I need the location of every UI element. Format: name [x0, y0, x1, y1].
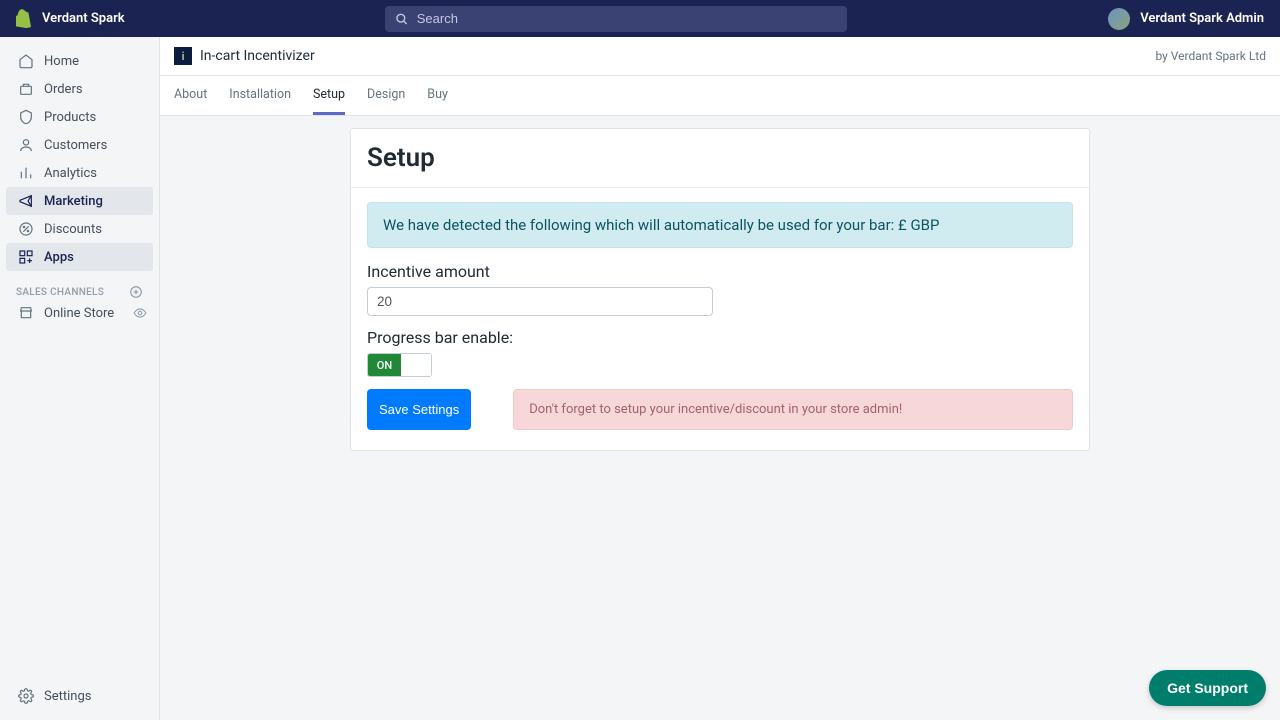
sidebar-item-products[interactable]: Products — [6, 103, 153, 131]
home-icon — [18, 53, 34, 69]
analytics-icon — [18, 165, 34, 181]
sidebar-item-marketing[interactable]: Marketing — [6, 187, 153, 215]
incentive-amount-label: Incentive amount — [367, 262, 1073, 281]
main-content: i In-cart Incentivizer by Verdant Spark … — [160, 37, 1280, 720]
progress-bar-toggle[interactable]: ON — [367, 353, 432, 377]
section-label: SALES CHANNELS — [16, 287, 104, 298]
topbar: Verdant Spark Verdant Spark Admin — [0, 0, 1280, 37]
online-store-icon — [18, 305, 34, 321]
sidebar-item-home[interactable]: Home — [6, 47, 153, 75]
search-input[interactable] — [417, 11, 838, 26]
sidebar-item-analytics[interactable]: Analytics — [6, 159, 153, 187]
nav-label: Discounts — [44, 222, 102, 237]
sidebar-item-customers[interactable]: Customers — [6, 131, 153, 159]
currency-detect-banner: We have detected the following which wil… — [367, 202, 1073, 248]
sidebar-item-online-store[interactable]: Online Store — [6, 299, 131, 327]
search-icon — [395, 12, 408, 26]
sidebar-item-settings[interactable]: Settings — [6, 682, 153, 710]
apps-icon — [18, 249, 34, 265]
page-title: Setup — [367, 143, 1073, 173]
nav-label: Apps — [44, 250, 74, 265]
marketing-icon — [18, 193, 34, 209]
tab-installation[interactable]: Installation — [229, 76, 291, 115]
tab-buy[interactable]: Buy — [427, 76, 448, 115]
nav-label: Products — [44, 110, 96, 125]
tab-setup[interactable]: Setup — [313, 76, 345, 115]
search-wrapper — [385, 6, 847, 32]
shopify-logo-icon — [16, 9, 34, 29]
customers-icon — [18, 137, 34, 153]
discounts-icon — [18, 221, 34, 237]
brand[interactable]: Verdant Spark — [16, 9, 125, 29]
app-header: i In-cart Incentivizer by Verdant Spark … — [160, 37, 1280, 76]
nav-label: Orders — [44, 82, 83, 97]
sales-channels-section: SALES CHANNELS — [4, 285, 155, 299]
app-vendor: by Verdant Spark Ltd — [1155, 49, 1266, 63]
profile-name: Verdant Spark Admin — [1140, 11, 1264, 26]
settings-icon — [18, 688, 34, 704]
nav-label: Online Store — [44, 306, 114, 321]
nav-label: Home — [44, 54, 79, 69]
products-icon — [18, 109, 34, 125]
app-title: In-cart Incentivizer — [200, 48, 315, 64]
sidebar-item-orders[interactable]: Orders — [6, 75, 153, 103]
nav-label: Settings — [44, 689, 91, 704]
nav-label: Analytics — [44, 166, 97, 181]
setup-card: Setup We have detected the following whi… — [350, 128, 1090, 451]
get-support-button[interactable]: Get Support — [1149, 670, 1266, 706]
card-header: Setup — [351, 129, 1089, 188]
add-channel-icon[interactable] — [129, 285, 143, 299]
save-settings-button[interactable]: Save Settings — [367, 389, 471, 430]
toggle-off-area — [401, 354, 431, 376]
sidebar-item-discounts[interactable]: Discounts — [6, 215, 153, 243]
sidebar: Home Orders Products Customers Analytics… — [0, 37, 160, 720]
view-store-icon[interactable] — [133, 306, 147, 320]
tab-about[interactable]: About — [174, 76, 207, 115]
tab-design[interactable]: Design — [367, 76, 405, 115]
app-icon: i — [174, 47, 192, 65]
profile-menu[interactable]: Verdant Spark Admin — [1108, 8, 1264, 30]
store-name: Verdant Spark — [42, 11, 125, 26]
progress-bar-label: Progress bar enable: — [367, 328, 1073, 347]
sidebar-item-apps[interactable]: Apps — [6, 243, 153, 271]
nav-label: Marketing — [44, 194, 103, 209]
orders-icon — [18, 81, 34, 97]
incentive-amount-input[interactable] — [367, 287, 713, 316]
reminder-banner: Don't forget to setup your incentive/dis… — [513, 389, 1073, 430]
toggle-on-label: ON — [368, 354, 401, 376]
app-tabs: About Installation Setup Design Buy — [160, 76, 1280, 116]
nav-label: Customers — [44, 138, 107, 153]
avatar — [1108, 8, 1130, 30]
search-box[interactable] — [385, 6, 847, 32]
